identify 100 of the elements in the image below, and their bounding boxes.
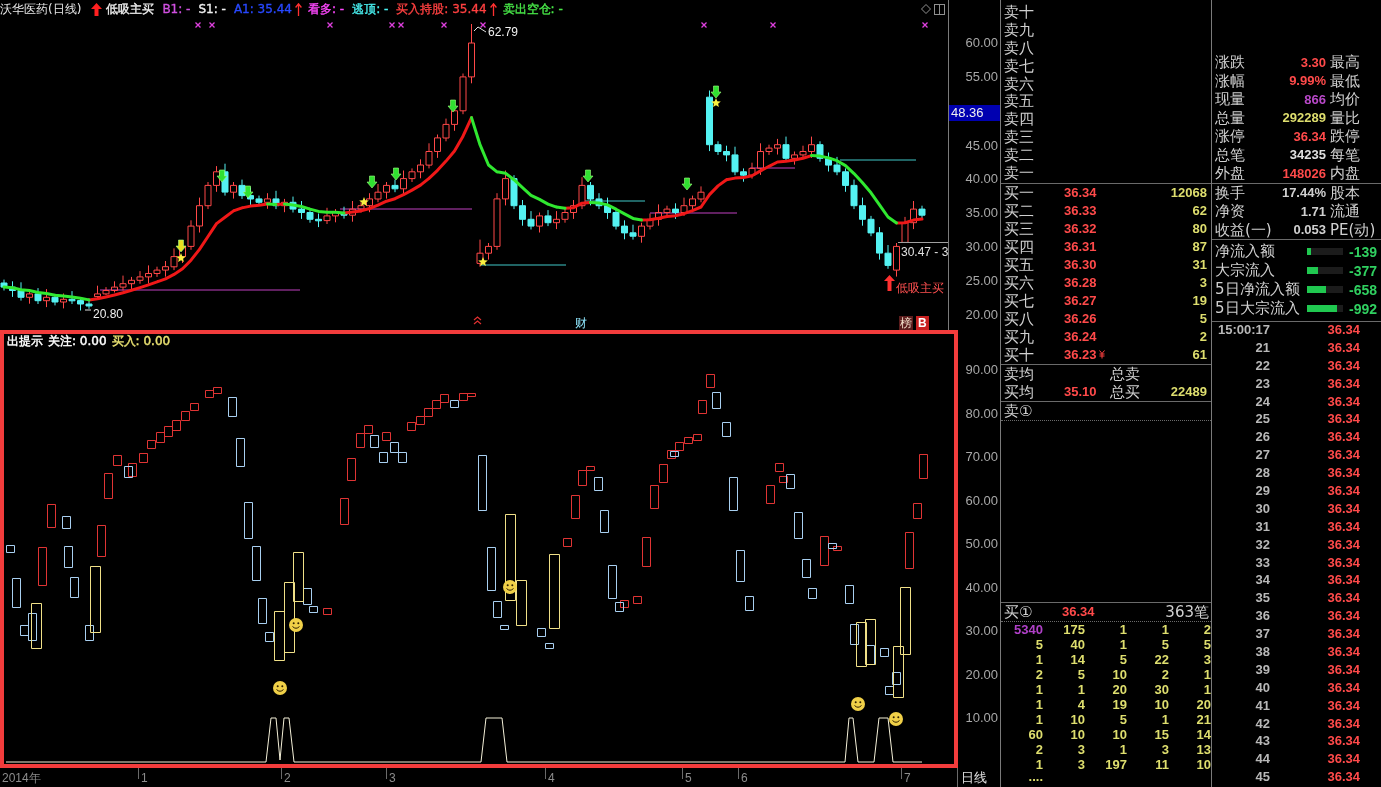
bid-price: 36.33	[1064, 203, 1097, 219]
flow-value: -377	[1348, 262, 1379, 279]
axis-label: 40.00	[965, 580, 998, 595]
ask-level-label: 卖五	[1004, 93, 1035, 111]
queue-volume: 14	[1195, 726, 1211, 742]
level-line	[584, 200, 646, 202]
queue-volume: 20	[1195, 696, 1211, 712]
bid-level-label: 买五	[1004, 255, 1035, 274]
trade-price: 36.34	[1326, 769, 1361, 787]
trade-time: 28	[1254, 465, 1270, 483]
trade-time: 22	[1254, 357, 1270, 375]
star-icon	[711, 98, 721, 107]
stat-label: 外盘	[1215, 164, 1245, 183]
trade-time: 44	[1254, 751, 1270, 769]
axis-label: 5	[685, 771, 692, 785]
bid-volume: 61	[1191, 347, 1208, 363]
queue-volume: 1	[1034, 651, 1043, 667]
stat-label: 涨幅	[1215, 71, 1245, 90]
window-icon[interactable]	[934, 3, 945, 15]
bid-volume: 62	[1191, 203, 1208, 219]
stat-label: 换手	[1215, 183, 1245, 202]
trade-price: 36.34	[1326, 465, 1361, 483]
trade-time: 39	[1254, 661, 1270, 679]
queue-volume: 197	[1104, 756, 1127, 772]
axis-label: 1	[141, 771, 148, 785]
trade-price: 36.34	[1326, 608, 1361, 626]
indicator-legend: 卖出空仓: -	[502, 2, 563, 16]
bid-volume: 80	[1191, 221, 1208, 237]
bid-volume: 87	[1191, 239, 1208, 255]
flow-value: -139	[1348, 243, 1379, 260]
trade-price: 36.34	[1326, 322, 1361, 339]
trade-price: 36.34	[1326, 500, 1361, 518]
trade-price: 36.34	[1326, 339, 1361, 357]
bid-price: 36.34	[1064, 185, 1097, 201]
axis-label: 90.00	[965, 363, 998, 377]
bid-level-label: 买六	[1004, 273, 1035, 292]
bid-level-label: 买二	[1004, 201, 1035, 220]
queue-volume: 10	[1069, 726, 1085, 742]
axis-label: 45.00	[965, 139, 998, 153]
queue-volume: 2	[1160, 666, 1169, 682]
down-arrow-icon	[390, 167, 402, 181]
trade-price: 36.34	[1326, 679, 1361, 697]
event-marker: 榜	[899, 316, 913, 330]
badge: B	[916, 316, 929, 330]
average-price: 35.10	[1064, 384, 1098, 400]
bid-price: 36.23	[1064, 347, 1097, 363]
stat-label: 总量	[1215, 108, 1245, 127]
trade-price: 36.34	[1326, 751, 1361, 769]
queue-volume: 10	[1069, 711, 1085, 727]
trade-price: 36.34	[1326, 536, 1361, 554]
trade-time: 45	[1254, 769, 1270, 787]
leader-line	[473, 26, 487, 33]
signal-label: 低吸主买	[896, 281, 944, 295]
queue-volume: 1	[1034, 681, 1043, 697]
axis-label: 50.00	[965, 537, 998, 551]
flow-label: 5日净流入额	[1215, 280, 1301, 299]
trade-time: 33	[1254, 554, 1270, 572]
star-icon	[478, 257, 488, 266]
indicator-legend: 看多: -	[307, 2, 345, 16]
trade-price: 36.34	[1326, 429, 1361, 447]
indicator-legend: 出提示	[7, 334, 43, 348]
bid-volume: 19	[1191, 293, 1208, 309]
ask-level-label: 卖十	[1004, 4, 1035, 22]
queue-volume: 3	[1160, 741, 1169, 757]
x-mark-icon	[479, 21, 487, 29]
trade-time: 34	[1254, 572, 1270, 590]
stat-value: 1.71	[1299, 203, 1326, 219]
ask-level-label: 卖一	[1004, 165, 1035, 183]
bid-level-label: 买一	[1004, 183, 1035, 202]
trade-time: 32	[1254, 536, 1270, 554]
queue-volume: 14	[1069, 651, 1085, 667]
x-mark-icon	[921, 21, 929, 29]
bid-level-label: 买八	[1004, 309, 1035, 328]
trade-time: 37	[1254, 626, 1270, 644]
bid-volume: 3	[1198, 275, 1208, 291]
bid-volume: 31	[1191, 257, 1208, 273]
x-mark-icon	[194, 21, 202, 29]
axis-label: 7	[904, 771, 911, 785]
axis-label: 80.00	[965, 406, 998, 421]
queue-volume: 2	[1202, 621, 1211, 637]
queue-volume: 1	[1076, 681, 1085, 697]
queue-volume: 1	[1160, 711, 1169, 727]
queue-volume: 5	[1118, 651, 1127, 667]
trade-price: 36.34	[1326, 483, 1361, 500]
price-label: 62.79	[488, 25, 519, 39]
trade-price: 36.34	[1326, 697, 1361, 715]
axis-label: 60.00	[965, 36, 998, 50]
star-icon	[359, 197, 369, 206]
axis-label: 2014年	[2, 771, 41, 785]
indicator-legend: B1: -	[162, 2, 191, 16]
queue-volume: 1	[1202, 666, 1211, 682]
queue-volume: 21	[1195, 711, 1211, 727]
bid-price: 36.27	[1064, 293, 1097, 309]
indicator-legend: 逃顶: -	[352, 2, 389, 16]
ask-level-label: 卖三	[1004, 129, 1035, 147]
trade-price: 36.34	[1326, 715, 1361, 733]
axis-label: 25.00	[965, 274, 998, 288]
queue-volume: 19	[1111, 696, 1127, 712]
trade-time: 30	[1254, 500, 1270, 518]
total-label: 总买	[1110, 382, 1141, 401]
